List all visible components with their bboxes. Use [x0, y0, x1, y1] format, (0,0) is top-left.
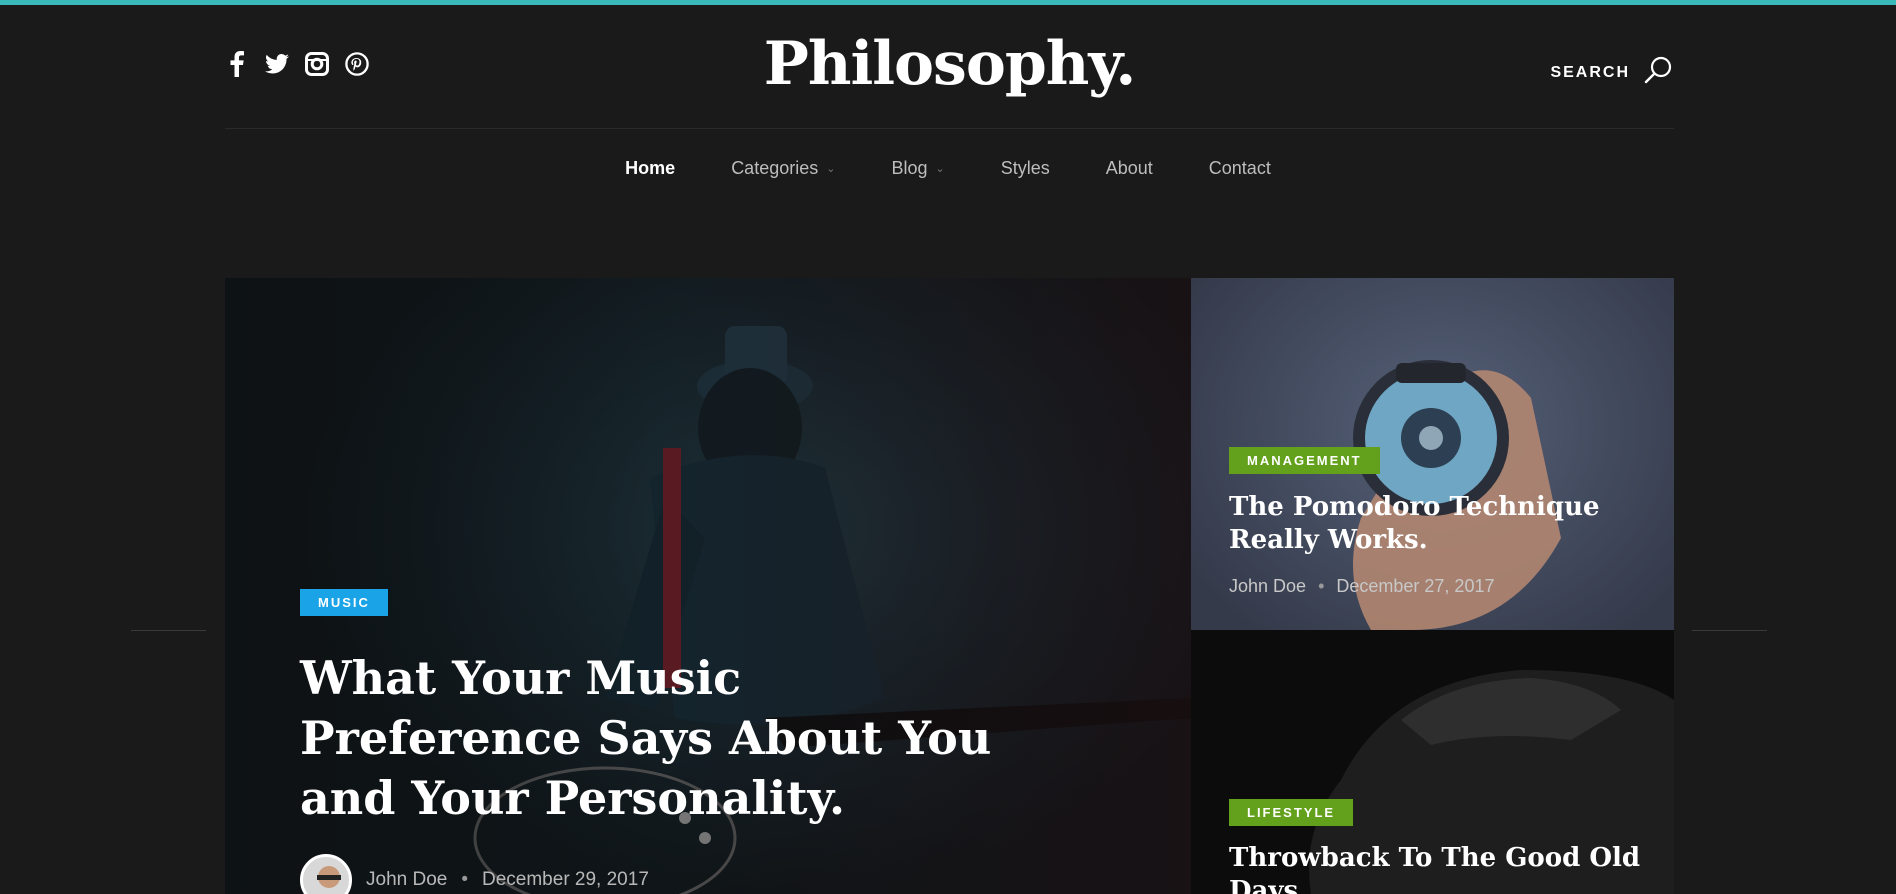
meta-separator: • — [461, 869, 468, 890]
nav-item-contact[interactable]: Contact — [1209, 158, 1271, 179]
nav-item-categories[interactable]: Categories ⌄ — [731, 158, 835, 179]
nav-label: About — [1105, 158, 1153, 178]
post-title[interactable]: The Pomodoro Technique Really Works. — [1229, 491, 1649, 557]
pinterest-icon[interactable] — [345, 52, 369, 76]
search-toggle[interactable]: SEARCH — [1550, 55, 1674, 90]
nav-label: Contact — [1208, 158, 1271, 178]
featured-post-main[interactable]: MUSIC What Your Music Preference Says Ab… — [225, 278, 1191, 894]
post-title[interactable]: What Your Music Preference Says About Yo… — [300, 648, 1000, 828]
facebook-icon[interactable] — [225, 51, 249, 77]
twitter-icon[interactable] — [265, 52, 289, 76]
site-header: Philosophy. SEARCH — [225, 5, 1674, 129]
post-date: December 29, 2017 — [482, 869, 649, 890]
nav-item-styles[interactable]: Styles — [1001, 158, 1050, 179]
author-name[interactable]: John Doe — [1229, 576, 1306, 597]
nav-label: Blog — [891, 158, 928, 178]
left-divider — [131, 630, 206, 631]
search-label: SEARCH — [1550, 63, 1630, 81]
chevron-down-icon: ⌄ — [935, 163, 945, 175]
right-divider — [1692, 630, 1767, 631]
main-nav: Home Categories ⌄ Blog ⌄ Styles About Co… — [0, 158, 1896, 179]
nav-label: Home — [625, 158, 676, 178]
post-meta: John Doe • December 27, 2017 — [1229, 576, 1494, 597]
social-links — [225, 51, 369, 77]
post-date: December 27, 2017 — [1336, 576, 1495, 596]
nav-item-home[interactable]: Home — [625, 158, 675, 179]
nav-item-about[interactable]: About — [1106, 158, 1153, 179]
nav-item-blog[interactable]: Blog ⌄ — [891, 158, 944, 179]
author-name[interactable]: John Doe — [366, 869, 447, 891]
chevron-down-icon: ⌄ — [826, 163, 836, 175]
meta-separator: • — [1318, 576, 1325, 596]
category-badge[interactable]: MUSIC — [300, 589, 388, 616]
post-title[interactable]: Throwback To The Good Old Days. — [1229, 842, 1649, 894]
category-badge[interactable]: LIFESTYLE — [1229, 799, 1354, 826]
featured-post-side[interactable]: MANAGEMENT The Pomodoro Technique Really… — [1191, 278, 1674, 630]
nav-label: Categories — [731, 158, 819, 178]
post-meta: John Doe • December 29, 2017 — [300, 854, 649, 894]
featured-post-side[interactable]: LIFESTYLE Throwback To The Good Old Days… — [1191, 630, 1674, 894]
nav-label: Styles — [1000, 158, 1050, 178]
site-logo[interactable]: Philosophy. — [764, 29, 1137, 99]
instagram-icon[interactable] — [305, 52, 329, 76]
author-avatar[interactable] — [300, 854, 352, 894]
search-icon[interactable] — [1644, 55, 1674, 90]
category-badge[interactable]: MANAGEMENT — [1229, 447, 1380, 474]
